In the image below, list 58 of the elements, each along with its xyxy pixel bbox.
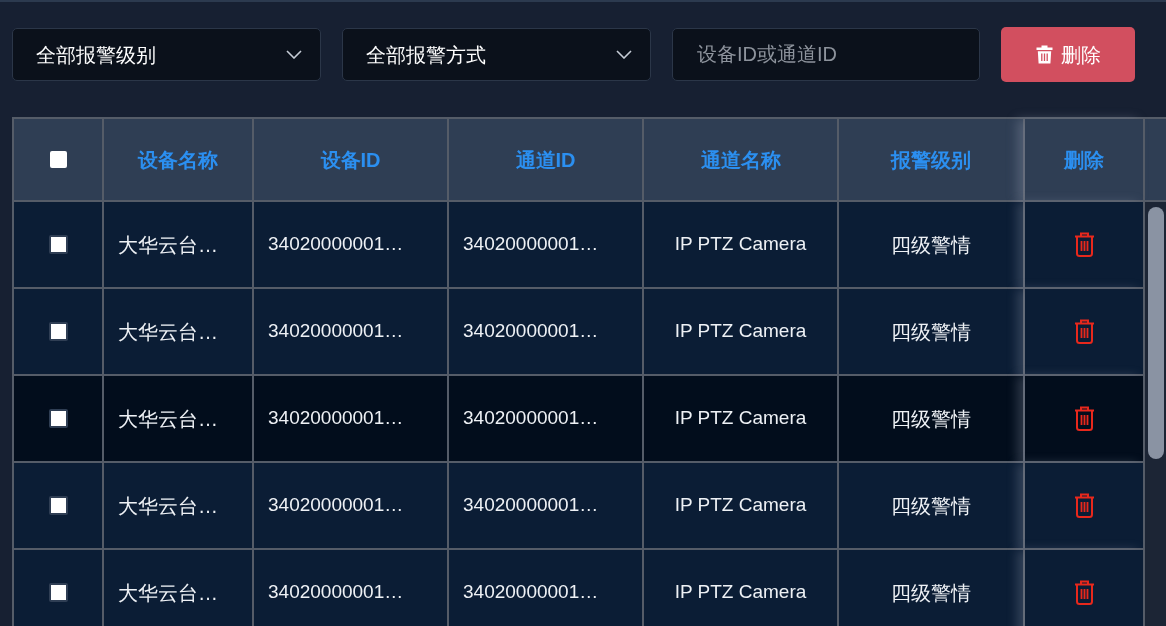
alarm-method-select[interactable]: 全部报警方式 <box>342 28 651 81</box>
checkbox[interactable] <box>48 235 68 254</box>
column-header: 删除 <box>1064 147 1104 173</box>
trash-icon[interactable] <box>1073 580 1095 605</box>
table-row[interactable]: 大华云台… 34020000001… 34020000001… IP PTZ Camera 四级警情 <box>14 289 1145 376</box>
column-header: 设备ID <box>320 147 381 173</box>
trash-icon <box>1035 45 1053 64</box>
select-value: 全部报警级别 <box>36 42 156 68</box>
table-cell-text: 34020000001… <box>268 232 404 257</box>
chevron-down-icon <box>616 50 632 59</box>
table-cell-text: 大华云台… <box>118 232 218 258</box>
table-cell-text: 大华云台… <box>118 406 218 432</box>
table-cell-text: IP PTZ Camera <box>674 406 807 431</box>
column-header: 通道名称 <box>700 147 781 173</box>
search-field[interactable]: 设备ID或通道ID <box>672 28 980 81</box>
scrollbar-thumb[interactable] <box>1148 207 1164 459</box>
trash-icon[interactable] <box>1073 319 1095 344</box>
table-cell-text: 34020000001… <box>463 406 599 431</box>
table-cell-text: 34020000001… <box>268 319 404 344</box>
table-cell-text: 四级警情 <box>891 493 971 519</box>
table-row[interactable]: 大华云台… 34020000001… 34020000001… IP PTZ Camera 四级警情 <box>14 550 1145 626</box>
table-cell-text: 34020000001… <box>463 319 599 344</box>
delete-button[interactable]: 删除 <box>1001 27 1135 82</box>
table-cell-text: 34020000001… <box>268 406 404 431</box>
table-cell-text: 四级警情 <box>891 232 971 258</box>
table-cell-text: 34020000001… <box>463 580 599 605</box>
table-cell-text: 大华云台… <box>118 319 218 345</box>
table-cell-text: 34020000001… <box>268 493 404 518</box>
table-cell-text: IP PTZ Camera <box>674 319 807 344</box>
table-cell-text: IP PTZ Camera <box>674 580 807 605</box>
trash-icon[interactable] <box>1073 232 1095 257</box>
checkbox[interactable] <box>48 322 68 341</box>
checkbox[interactable] <box>48 496 68 515</box>
chevron-down-icon <box>286 50 302 59</box>
table-cell-text: 四级警情 <box>891 580 971 606</box>
table-cell-text: IP PTZ Camera <box>674 493 807 518</box>
table-cell-text: 四级警情 <box>891 319 971 345</box>
column-header: 通道ID <box>515 147 576 173</box>
table-row[interactable]: 大华云台… 34020000001… 34020000001… IP PTZ Camera 四级警情 <box>14 202 1145 289</box>
table-cell-text: 34020000001… <box>268 580 404 605</box>
scrollbar[interactable] <box>1145 202 1166 626</box>
column-header: 报警级别 <box>891 147 971 173</box>
table-cell-text: 大华云台… <box>118 580 218 606</box>
checkbox[interactable] <box>48 583 68 602</box>
table-cell-text: 34020000001… <box>463 493 599 518</box>
table-cell-text: 四级警情 <box>891 406 971 432</box>
table-cell-text: 大华云台… <box>118 493 218 519</box>
alarm-level-select[interactable]: 全部报警级别 <box>12 28 321 81</box>
column-header: 设备名称 <box>138 147 218 173</box>
table-row[interactable]: 大华云台… 34020000001… 34020000001… IP PTZ Camera 四级警情 <box>14 463 1145 550</box>
checkbox[interactable] <box>49 151 67 168</box>
table-row[interactable]: 大华云台… 34020000001… 34020000001… IP PTZ Camera 四级警情 <box>14 376 1145 463</box>
trash-icon[interactable] <box>1073 493 1095 518</box>
table-cell-text: 34020000001… <box>463 232 599 257</box>
table-cell-text: IP PTZ Camera <box>674 232 807 257</box>
checkbox[interactable] <box>48 409 68 428</box>
select-value: 全部报警方式 <box>366 42 486 68</box>
trash-icon[interactable] <box>1073 406 1095 431</box>
